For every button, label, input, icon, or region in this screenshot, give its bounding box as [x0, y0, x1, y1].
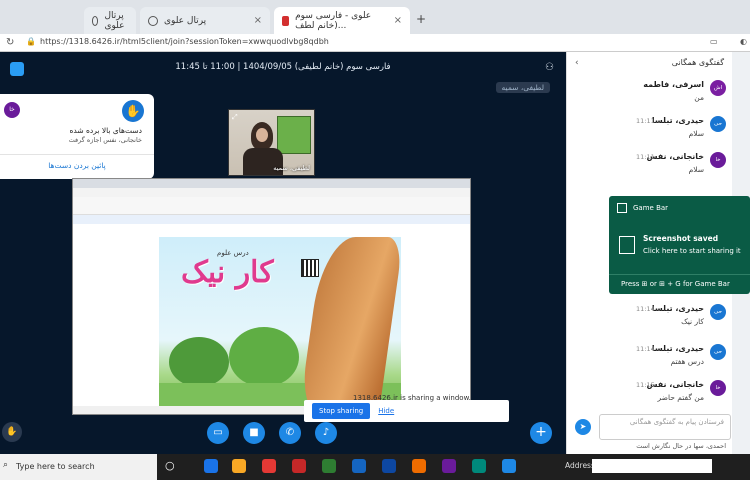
profile-icon[interactable]: ◐ — [740, 37, 747, 46]
sharing-notification-bar: 1318.6426.ir is sharing a window. Stop s… — [304, 394, 509, 422]
share-hint-text[interactable]: Click here to start sharing it — [643, 247, 741, 255]
book — [277, 116, 311, 154]
tab-portal-1[interactable]: پرتال علوی — [84, 7, 136, 34]
app-icon[interactable] — [204, 459, 218, 473]
camera-button[interactable]: ■ — [243, 422, 265, 444]
app-icon[interactable] — [352, 459, 366, 473]
screen-share-button[interactable]: ▭ — [207, 422, 229, 444]
webcam-video[interactable]: ⤢ لطیفی، سمیه — [228, 109, 315, 176]
url-text[interactable]: https://1318.6426.ir/html5client/join?se… — [40, 37, 329, 46]
webcam-name: لطیفی، سمیه — [273, 164, 310, 172]
chat-message: خا خانجانی، نفس 11:11 سلام — [576, 150, 726, 184]
app-icon[interactable] — [442, 459, 456, 473]
game-bar-icon — [617, 203, 627, 213]
browser-tab-strip: پرتال علوی پرتال علوی × علوی - فارسی سوم… — [0, 0, 750, 34]
globe-icon — [92, 15, 99, 26]
qr-code-icon — [301, 259, 319, 277]
taskbar: ⌕ Type here to search ○ Address — [0, 454, 750, 480]
presenter-label: لطیفی، سمیه — [495, 82, 550, 93]
game-bar-hint: Press ⊞ or ⊞ + G for Game Bar — [621, 280, 730, 288]
chat-message: حی حیدری، تبلسا 11:14 کار نیک — [576, 302, 726, 336]
raise-hand-button[interactable]: ✋ — [2, 422, 22, 442]
app-icon[interactable] — [382, 459, 396, 473]
avatar: خا — [710, 152, 726, 168]
new-tab-icon[interactable]: + — [416, 12, 426, 26]
phone-button[interactable]: ✆ — [279, 422, 301, 444]
avatar: خا — [4, 102, 20, 118]
sharing-message: 1318.6426.ir is sharing a window. — [353, 394, 471, 402]
avatar: حی — [710, 304, 726, 320]
expand-icon[interactable]: ⤢ — [232, 113, 238, 122]
avatar: حی — [710, 116, 726, 132]
lock-icon: 🔒 — [26, 37, 36, 46]
app-icon[interactable] — [262, 459, 276, 473]
chat-input[interactable]: فرستادن پیام به گفتگوی همگانی — [599, 414, 731, 440]
avatar: اش — [710, 80, 726, 96]
shared-tab-strip — [73, 179, 470, 188]
screen-share-window[interactable]: درس علوم کار نیک — [72, 178, 471, 415]
raised-hands-title: دست‌های بالا برده شده — [69, 126, 142, 135]
chat-message: حی حیدری، تبلسا 11:11 سلام — [576, 114, 726, 148]
raise-hand-icon: ✋ — [122, 100, 144, 122]
close-icon[interactable]: × — [394, 15, 402, 26]
tab-meeting[interactable]: علوی - فارسی سوم (خانم لطف... × — [274, 7, 410, 34]
chat-title: گفتگوی همگانی — [671, 58, 724, 67]
record-icon — [282, 15, 290, 26]
globe-icon — [148, 15, 158, 26]
shared-page: درس علوم کار نیک — [159, 237, 401, 409]
folder-icon[interactable] — [232, 459, 246, 473]
users-icon[interactable]: ⚇ — [545, 62, 554, 73]
game-bar-notification[interactable]: Game Bar Screenshot saved Click here to … — [609, 196, 750, 294]
avatar: حی — [710, 344, 726, 360]
chat-message: اش اسرفی، فاطمه من — [576, 78, 726, 112]
shared-ribbon — [73, 197, 470, 215]
taskbar-search[interactable]: ⌕ Type here to search — [0, 454, 157, 480]
close-icon[interactable]: × — [254, 15, 262, 26]
app-icon[interactable] — [322, 459, 336, 473]
lower-hands-button[interactable]: پائین بردن دست‌ها — [0, 154, 154, 170]
screenshot-saved-text: Screenshot saved — [643, 234, 719, 243]
chat-message: حی حیدری، تبلسا 11:14 درس هفتم — [576, 342, 726, 376]
raised-hands-subtitle: خانجانی، نفس اجازه گرفت — [68, 136, 142, 144]
tab-portal-2[interactable]: پرتال علوی × — [140, 7, 270, 34]
address-toolbar-label: Address — [565, 461, 595, 470]
reload-icon[interactable]: ↻ — [6, 37, 14, 48]
send-button[interactable]: ➤ — [575, 419, 591, 435]
meeting-title: فارسی سوم (خانم لطیفی) 1404/09/05 | 11:0… — [175, 62, 391, 72]
shared-notice — [73, 215, 470, 224]
shared-menu — [73, 188, 470, 197]
page-title: کار نیک — [181, 255, 274, 290]
meeting-area: فارسی سوم (خانم لطیفی) 1404/09/05 | 11:0… — [0, 52, 566, 454]
pdf-icon[interactable] — [292, 459, 306, 473]
chevron-left-icon[interactable]: ‹ — [575, 58, 579, 68]
search-icon: ⌕ — [3, 460, 9, 470]
address-toolbar-input[interactable] — [592, 459, 712, 473]
app-icon[interactable] — [412, 459, 426, 473]
chat-message: خا خانجانی، نفس 11:15 من گفتم حاضر — [576, 378, 726, 412]
avatar: خا — [710, 380, 726, 396]
raised-hands-panel: خا ✋ دست‌های بالا برده شده خانجانی، نفس … — [0, 94, 154, 179]
screenshot-icon — [619, 236, 635, 254]
typing-indicator: احمدی، سها در حال نگارش است — [636, 442, 726, 450]
extension-icon[interactable]: ▭ — [710, 37, 718, 46]
app-icon[interactable] — [502, 459, 516, 473]
game-bar-title: Game Bar — [633, 204, 669, 212]
actions-plus-button[interactable]: + — [530, 422, 552, 444]
app-icon[interactable] — [472, 459, 486, 473]
microphone-button[interactable]: ♪ — [315, 422, 337, 444]
address-bar[interactable]: ↻ 🔒 https://1318.6426.ir/html5client/joi… — [0, 34, 750, 52]
task-view-icon[interactable]: ○ — [165, 459, 179, 473]
